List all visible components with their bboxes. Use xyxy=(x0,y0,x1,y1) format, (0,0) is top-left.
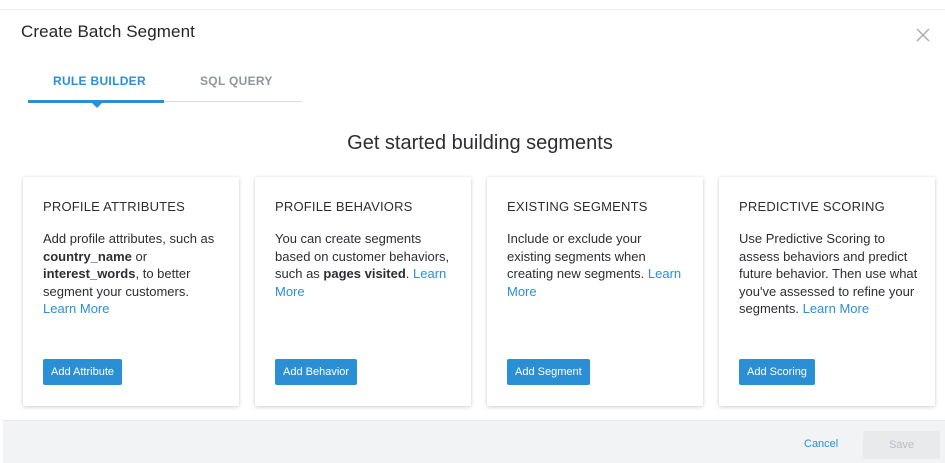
active-tab-pointer-icon xyxy=(92,103,102,108)
card-title: PROFILE ATTRIBUTES xyxy=(43,199,186,214)
segment-mode-tabs: RULE BUILDER SQL QUERY xyxy=(28,66,302,108)
bold-term: interest_words xyxy=(43,266,136,281)
description-text: Include or exclude your existing segment… xyxy=(507,231,648,281)
page-headline: Get started building segments xyxy=(347,132,613,154)
description-text: or xyxy=(131,248,148,264)
description-text: Add profile attributes, such as xyxy=(43,231,215,246)
card-predictive-scoring: PREDICTIVE SCORING Use Predictive Scorin… xyxy=(719,177,935,406)
cancel-button[interactable]: Cancel xyxy=(804,438,838,450)
dialog-footer: Cancel Save xyxy=(3,420,945,463)
card-profile-attributes: PROFILE ATTRIBUTES Add profile attribute… xyxy=(23,177,239,406)
description-text: . xyxy=(405,266,414,281)
tab-sql-query[interactable]: SQL QUERY xyxy=(200,74,273,88)
header-divider xyxy=(0,9,945,10)
add-behavior-button[interactable]: Add Behavior xyxy=(275,359,358,385)
card-description: Add profile attributes, such as country_… xyxy=(43,230,223,318)
dialog-title: Create Batch Segment xyxy=(21,22,195,41)
card-profile-behaviors: PROFILE BEHAVIORS You can create segment… xyxy=(255,177,471,406)
close-icon[interactable] xyxy=(912,24,934,46)
card-description: Use Predictive Scoring to assess behavio… xyxy=(739,230,919,318)
add-attribute-button[interactable]: Add Attribute xyxy=(43,359,122,385)
card-description: Include or exclude your existing segment… xyxy=(507,230,687,300)
add-scoring-button[interactable]: Add Scoring xyxy=(739,359,815,385)
bold-term: country_name xyxy=(43,248,132,264)
card-title: PROFILE BEHAVIORS xyxy=(275,199,413,214)
card-title: EXISTING SEGMENTS xyxy=(507,199,648,214)
tab-rule-builder[interactable]: RULE BUILDER xyxy=(53,74,146,88)
add-segment-button[interactable]: Add Segment xyxy=(507,359,590,385)
save-button[interactable]: Save xyxy=(863,431,940,459)
learn-more-link[interactable]: Learn More xyxy=(803,301,869,316)
card-title: PREDICTIVE SCORING xyxy=(739,199,885,214)
card-existing-segments: EXISTING SEGMENTS Include or exclude you… xyxy=(487,177,703,406)
card-description: You can create segments based on custome… xyxy=(275,230,455,300)
create-batch-segment-dialog: Create Batch Segment RULE BUILDER SQL QU… xyxy=(0,0,945,463)
learn-more-link[interactable]: Learn More xyxy=(43,301,109,316)
bold-term: pages visited xyxy=(323,266,406,281)
